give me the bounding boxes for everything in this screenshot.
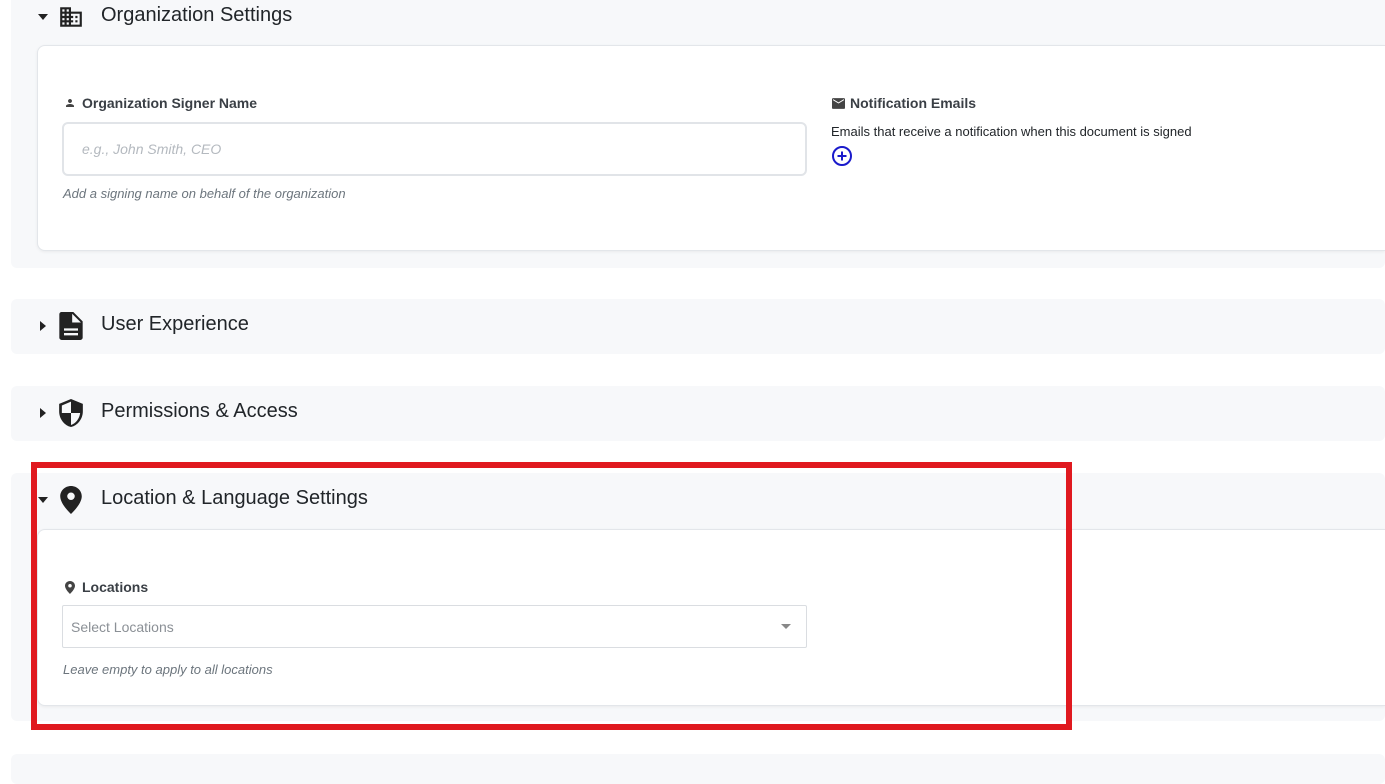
signer-name-hint: Add a signing name on behalf of the orga… <box>63 186 346 201</box>
locations-label-text: Locations <box>82 579 149 595</box>
signer-name-label-text: Organization Signer Name <box>82 95 258 111</box>
caret-down-icon[interactable] <box>38 495 48 505</box>
notification-emails-description: Emails that receive a notification when … <box>831 124 1192 139</box>
map-pin-icon <box>63 580 77 594</box>
user-experience-header[interactable]: User Experience <box>11 299 1385 354</box>
permissions-access-header[interactable]: Permissions & Access <box>11 386 1385 441</box>
person-icon <box>63 96 77 110</box>
permissions-access-section: Permissions & Access <box>11 386 1385 441</box>
user-experience-title: User Experience <box>101 313 249 335</box>
locations-select-placeholder: Select Locations <box>71 619 174 635</box>
organization-settings-title: Organization Settings <box>101 4 293 26</box>
location-language-card: Locations Select Locations Leave empty t… <box>37 529 1385 706</box>
building-icon <box>57 3 85 31</box>
locations-label: Locations <box>63 579 148 595</box>
signer-name-label: Organization Signer Name <box>63 95 257 111</box>
envelope-icon <box>831 96 845 110</box>
document-icon <box>57 312 85 340</box>
organization-settings-header[interactable]: Organization Settings <box>11 0 1385 44</box>
notification-emails-label: Notification Emails <box>831 95 976 111</box>
user-experience-section: User Experience <box>11 299 1385 354</box>
permissions-access-title: Permissions & Access <box>101 400 298 422</box>
map-pin-icon <box>57 486 85 514</box>
caret-right-icon[interactable] <box>38 408 48 418</box>
chevron-down-icon[interactable] <box>780 623 792 631</box>
caret-down-icon[interactable] <box>38 12 48 22</box>
caret-right-icon[interactable] <box>38 321 48 331</box>
next-section-partial <box>11 754 1385 784</box>
organization-settings-section: Organization Settings Organization Signe… <box>11 0 1385 268</box>
location-language-title: Location & Language Settings <box>101 487 368 509</box>
location-language-section: Location & Language Settings Locations S… <box>11 473 1385 721</box>
plus-circle-icon <box>832 146 852 166</box>
locations-select[interactable]: Select Locations <box>62 605 807 648</box>
shield-icon <box>57 399 85 427</box>
organization-settings-card: Organization Signer Name Add a signing n… <box>37 45 1385 251</box>
add-email-button[interactable] <box>831 145 853 167</box>
signer-name-input[interactable] <box>62 122 807 176</box>
location-language-header[interactable]: Location & Language Settings <box>11 473 1385 528</box>
locations-hint: Leave empty to apply to all locations <box>63 662 273 677</box>
notification-emails-label-text: Notification Emails <box>850 95 977 111</box>
